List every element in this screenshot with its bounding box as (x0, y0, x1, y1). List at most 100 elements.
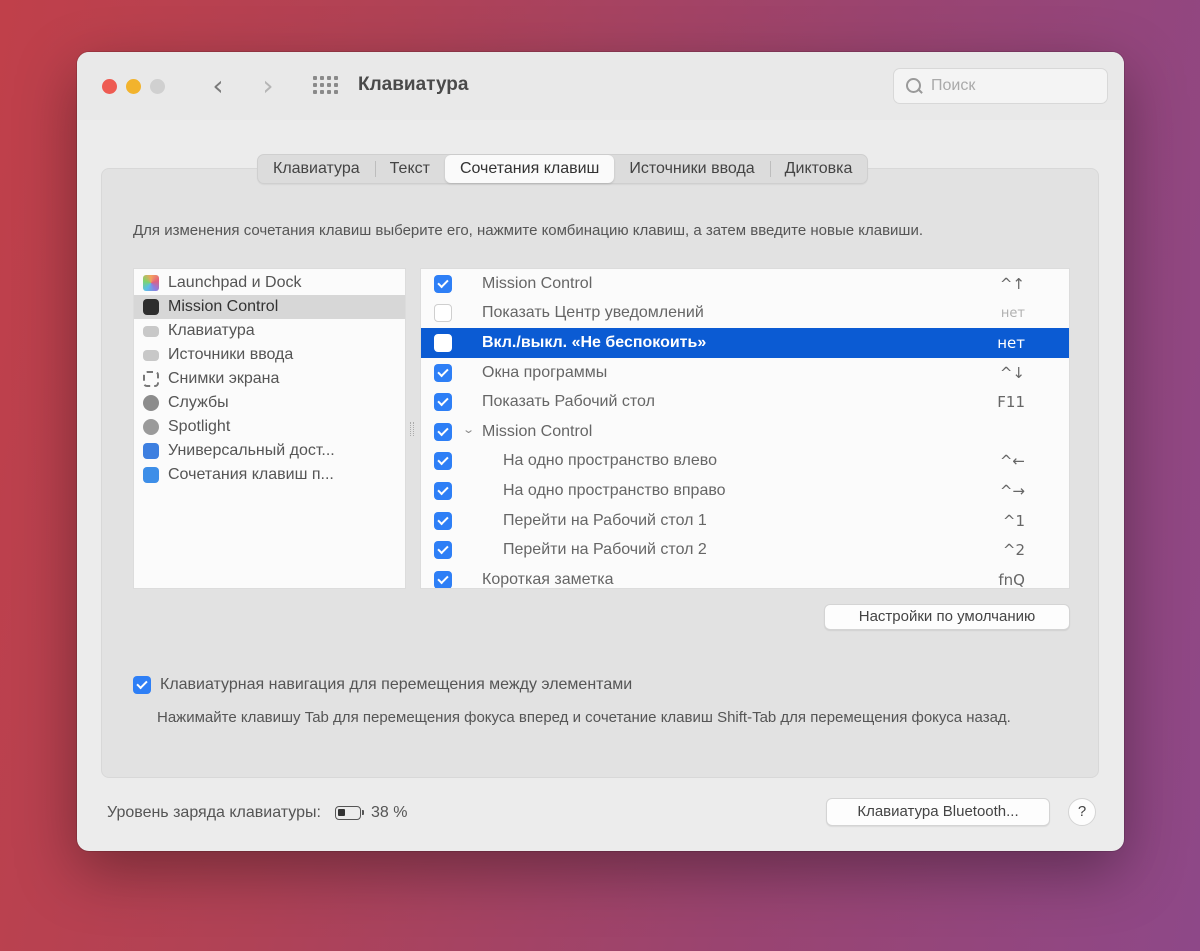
keyboard-navigation-option[interactable]: Клавиатурная навигация для перемещения м… (133, 676, 632, 694)
table-row[interactable]: Показать Рабочий стол F11 (421, 387, 1069, 417)
screenshot-icon (143, 371, 159, 387)
sidebar-item-label: Mission Control (168, 298, 279, 315)
keyboard-battery-status: Уровень заряда клавиатуры: 38 % (107, 804, 407, 822)
sidebar-item-label: Источники ввода (168, 346, 294, 363)
table-row[interactable]: Перейти на Рабочий стол 1 ^1 (421, 506, 1069, 536)
table-row[interactable]: Окна программы ^↓ (421, 358, 1069, 388)
shortcut-checkbox[interactable] (434, 452, 452, 471)
shortcut-checkbox[interactable] (434, 304, 452, 323)
shortcut-key[interactable]: ^↑ (1000, 275, 1025, 293)
tab-input-sources[interactable]: Источники ввода (614, 155, 769, 183)
shortcut-checkbox[interactable] (434, 422, 452, 441)
restore-defaults-button[interactable]: Настройки по умолчанию (824, 604, 1070, 630)
mission-control-icon (143, 299, 159, 315)
shortcut-checkbox[interactable] (434, 274, 452, 293)
title-bar: ‹ › Клавиатура (77, 52, 1124, 120)
sidebar-item-screenshots[interactable]: Снимки экрана (134, 367, 405, 391)
battery-icon (334, 806, 364, 820)
tab-keyboard[interactable]: Клавиатура (258, 155, 375, 183)
table-row[interactable]: На одно пространство влево ^← (421, 447, 1069, 477)
shortcut-key[interactable]: ^← (1000, 452, 1025, 470)
tab-text[interactable]: Текст (374, 155, 445, 183)
shortcut-key[interactable]: ^1 (1003, 512, 1025, 530)
battery-label: Уровень заряда клавиатуры: (107, 804, 321, 821)
table-row[interactable]: Mission Control ^↑ (421, 269, 1069, 299)
input-sources-icon (143, 349, 159, 361)
preferences-window: ‹ › Клавиатура Клавиатура Текст Сочетани… (77, 52, 1124, 851)
shortcut-label: Вкл./выкл. «Не беспокоить» (482, 333, 707, 351)
shortcut-label: Показать Центр уведомлений (482, 304, 704, 322)
sidebar-item-label: Универсальный дост... (168, 442, 335, 459)
accessibility-icon (143, 443, 159, 459)
shortcut-label: Mission Control (482, 274, 593, 292)
sidebar-item-app-shortcuts[interactable]: Сочетания клавиш п... (134, 463, 405, 487)
show-all-grid-icon[interactable] (313, 76, 338, 96)
battery-value: 38 % (370, 804, 408, 821)
tab-bar: Клавиатура Текст Сочетания клавиш Источн… (257, 154, 869, 184)
shortcut-label: Перейти на Рабочий стол 1 (503, 511, 707, 529)
shortcuts-table: Mission Control ^↑ Показать Центр уведом… (420, 268, 1070, 589)
sidebar-item-accessibility[interactable]: Универсальный дост... (134, 439, 405, 463)
shortcut-key[interactable]: ^↓ (1000, 364, 1025, 382)
shortcut-checkbox[interactable] (434, 333, 452, 352)
table-row-selected[interactable]: Вкл./выкл. «Не беспокоить» нет (421, 328, 1069, 358)
shortcut-key[interactable]: ^→ (1000, 482, 1025, 500)
split-view-handle[interactable] (410, 422, 414, 436)
shortcut-checkbox[interactable] (434, 541, 452, 560)
shortcut-key[interactable]: fnQ (998, 571, 1025, 588)
sidebar-item-label: Службы (168, 394, 229, 411)
zoom-button[interactable] (150, 79, 165, 94)
keyboard-navigation-checkbox[interactable] (133, 676, 151, 694)
spotlight-icon (143, 419, 159, 435)
instructions-text: Для изменения сочетания клавиш выберите … (133, 222, 924, 239)
tab-dictation[interactable]: Диктовка (769, 155, 868, 183)
sidebar-item-mission-control[interactable]: Mission Control (134, 295, 405, 319)
shortcut-key[interactable]: нет (1001, 306, 1025, 321)
disclosure-chevron-icon[interactable]: ⌄ (462, 423, 475, 436)
keyboard-navigation-description: Нажимайте клавишу Tab для перемещения фо… (157, 709, 1011, 726)
search-input[interactable] (931, 77, 1081, 95)
shortcut-checkbox[interactable] (434, 570, 452, 588)
shortcut-key[interactable]: F11 (997, 393, 1025, 411)
sidebar-item-launchpad[interactable]: Launchpad и Dock (134, 271, 405, 295)
shortcut-label: Показать Рабочий стол (482, 393, 655, 411)
keyboard-navigation-label: Клавиатурная навигация для перемещения м… (160, 676, 633, 693)
sidebar-item-spotlight[interactable]: Spotlight (134, 415, 405, 439)
launchpad-icon (143, 275, 159, 291)
shortcut-label: Перейти на Рабочий стол 2 (503, 541, 707, 559)
shortcut-label: Короткая заметка (482, 570, 614, 588)
shortcut-checkbox[interactable] (434, 481, 452, 500)
shortcut-categories-list: Launchpad и Dock Mission Control Клавиат… (133, 268, 406, 589)
table-row[interactable]: Перейти на Рабочий стол 2 ^2 (421, 535, 1069, 565)
table-row[interactable]: На одно пространство вправо ^→ (421, 476, 1069, 506)
sidebar-item-input-sources[interactable]: Источники ввода (134, 343, 405, 367)
close-button[interactable] (102, 79, 117, 94)
shortcut-label: Mission Control (482, 422, 593, 440)
shortcut-key[interactable]: ^2 (1003, 541, 1025, 559)
table-row[interactable]: Короткая заметка fnQ (421, 565, 1069, 588)
table-row-group[interactable]: ⌄ Mission Control (421, 417, 1069, 447)
bluetooth-keyboard-button[interactable]: Клавиатура Bluetooth... (826, 798, 1050, 826)
sidebar-item-services[interactable]: Службы (134, 391, 405, 415)
shortcut-checkbox[interactable] (434, 511, 452, 530)
sidebar-item-label: Сочетания клавиш п... (168, 466, 334, 483)
back-chevron-icon[interactable]: ‹ (205, 72, 231, 100)
minimize-button[interactable] (126, 79, 141, 94)
tab-shortcuts[interactable]: Сочетания клавиш (444, 155, 615, 183)
shortcut-key[interactable]: нет (997, 334, 1025, 352)
sidebar-item-label: Снимки экрана (168, 370, 280, 387)
window-title: Клавиатура (358, 74, 469, 95)
forward-chevron-icon[interactable]: › (255, 72, 281, 100)
services-icon (143, 395, 159, 411)
search-field[interactable] (893, 68, 1108, 104)
sidebar-item-label: Spotlight (168, 418, 231, 435)
sidebar-item-label: Launchpad и Dock (168, 274, 302, 291)
sidebar-item-keyboard[interactable]: Клавиатура (134, 319, 405, 343)
search-icon (906, 77, 923, 95)
shortcut-checkbox[interactable] (434, 393, 452, 412)
keyboard-icon (143, 325, 159, 337)
help-button[interactable]: ? (1068, 798, 1096, 826)
table-row[interactable]: Показать Центр уведомлений нет (421, 299, 1069, 329)
shortcut-label: На одно пространство влево (503, 452, 717, 470)
shortcut-checkbox[interactable] (434, 363, 452, 382)
